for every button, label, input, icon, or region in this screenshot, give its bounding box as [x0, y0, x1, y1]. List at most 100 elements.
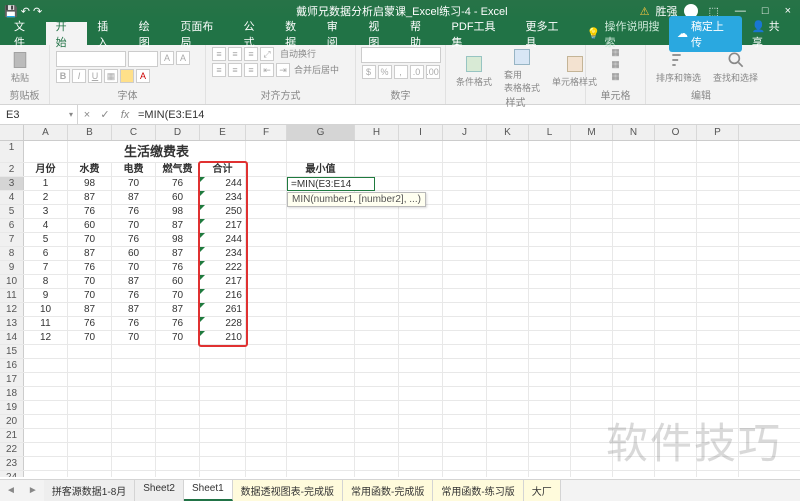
cell[interactable] — [246, 177, 287, 190]
col-header-M[interactable]: M — [571, 125, 613, 140]
cell[interactable] — [529, 233, 571, 246]
align-center-icon[interactable]: ≡ — [228, 63, 242, 77]
cell[interactable] — [355, 345, 399, 358]
cell[interactable] — [287, 359, 355, 372]
cell[interactable] — [571, 219, 613, 232]
cell[interactable] — [655, 261, 697, 274]
cell[interactable] — [487, 345, 529, 358]
cell[interactable] — [443, 219, 487, 232]
cell[interactable] — [399, 457, 443, 470]
cell-month[interactable]: 4 — [24, 219, 68, 232]
cell[interactable] — [697, 205, 739, 218]
cell[interactable] — [24, 387, 68, 400]
cell[interactable] — [355, 233, 399, 246]
cell[interactable] — [487, 247, 529, 260]
cell[interactable] — [246, 205, 287, 218]
cell[interactable] — [287, 317, 355, 330]
cell[interactable] — [529, 163, 571, 176]
cell[interactable] — [246, 443, 287, 456]
cell[interactable] — [24, 443, 68, 456]
cell[interactable] — [613, 289, 655, 302]
cell[interactable] — [156, 373, 200, 386]
tab-draw[interactable]: 绘图 — [129, 22, 171, 45]
cell[interactable] — [487, 443, 529, 456]
row-header[interactable]: 2 — [0, 163, 24, 176]
cell[interactable] — [399, 387, 443, 400]
cell[interactable] — [529, 289, 571, 302]
cell[interactable] — [613, 141, 655, 162]
cell[interactable] — [655, 303, 697, 316]
cell[interactable] — [655, 387, 697, 400]
cell[interactable] — [355, 387, 399, 400]
cell[interactable] — [200, 415, 246, 428]
cell[interactable] — [68, 373, 112, 386]
col-header-C[interactable]: C — [112, 125, 156, 140]
cell[interactable] — [613, 233, 655, 246]
cell[interactable] — [399, 331, 443, 344]
align-top-icon[interactable]: ≡ — [212, 47, 226, 61]
cell[interactable] — [246, 401, 287, 414]
cell[interactable] — [613, 387, 655, 400]
cell-month[interactable]: 10 — [24, 303, 68, 316]
cell[interactable] — [156, 415, 200, 428]
cell-total[interactable]: 234 — [200, 247, 246, 260]
enter-formula-icon[interactable]: ✓ — [96, 108, 114, 121]
cell[interactable] — [529, 303, 571, 316]
shrink-font-icon[interactable]: A — [176, 51, 190, 65]
cell[interactable] — [571, 331, 613, 344]
cell[interactable] — [355, 429, 399, 442]
cell[interactable] — [399, 345, 443, 358]
percent-icon[interactable]: % — [378, 65, 392, 79]
cell[interactable] — [112, 443, 156, 456]
cell[interactable] — [68, 443, 112, 456]
cell[interactable] — [399, 429, 443, 442]
cell-elec[interactable]: 87 — [112, 191, 156, 204]
cell[interactable] — [355, 219, 399, 232]
cell[interactable] — [697, 303, 739, 316]
row-header[interactable]: 6 — [0, 219, 24, 232]
cell[interactable] — [200, 387, 246, 400]
hdr-total[interactable]: 合计 — [200, 163, 246, 176]
indent-dec-icon[interactable]: ⇤ — [260, 63, 274, 77]
cell[interactable] — [443, 331, 487, 344]
row-header[interactable]: 20 — [0, 415, 24, 428]
cell[interactable] — [655, 219, 697, 232]
dec-dec-icon[interactable]: .00 — [426, 65, 440, 79]
cell[interactable] — [443, 471, 487, 477]
cell[interactable] — [529, 401, 571, 414]
cell[interactable] — [355, 163, 399, 176]
cell-elec[interactable]: 87 — [112, 303, 156, 316]
cell[interactable] — [246, 457, 287, 470]
cell-gas[interactable]: 76 — [156, 177, 200, 190]
cell[interactable] — [24, 471, 68, 477]
table-format-button[interactable]: 套用 表格格式 — [500, 47, 544, 94]
cell[interactable] — [697, 219, 739, 232]
name-box[interactable]: E3▾ — [0, 105, 78, 124]
cell[interactable] — [287, 429, 355, 442]
cell-month[interactable]: 2 — [24, 191, 68, 204]
row-header[interactable]: 22 — [0, 443, 24, 456]
cell[interactable] — [529, 191, 571, 204]
undo-icon[interactable]: ↶ — [21, 6, 33, 18]
cell[interactable] — [487, 387, 529, 400]
maximize-icon[interactable]: □ — [757, 5, 774, 17]
cell[interactable] — [487, 261, 529, 274]
row-header[interactable]: 13 — [0, 317, 24, 330]
sheet-tab[interactable]: 大厂 — [524, 480, 561, 501]
cell[interactable] — [156, 457, 200, 470]
cell[interactable] — [443, 443, 487, 456]
cell[interactable] — [68, 429, 112, 442]
cell[interactable] — [571, 177, 613, 190]
cell[interactable] — [112, 387, 156, 400]
cell-total[interactable]: 222 — [200, 261, 246, 274]
cell[interactable] — [571, 415, 613, 428]
cell[interactable] — [287, 275, 355, 288]
col-header-G[interactable]: G — [287, 125, 355, 140]
row-header[interactable]: 21 — [0, 429, 24, 442]
cell[interactable] — [246, 191, 287, 204]
hdr-gas[interactable]: 燃气费 — [156, 163, 200, 176]
cell[interactable] — [571, 191, 613, 204]
cell[interactable] — [24, 457, 68, 470]
font-color-icon[interactable]: A — [136, 69, 150, 83]
align-right-icon[interactable]: ≡ — [244, 63, 258, 77]
